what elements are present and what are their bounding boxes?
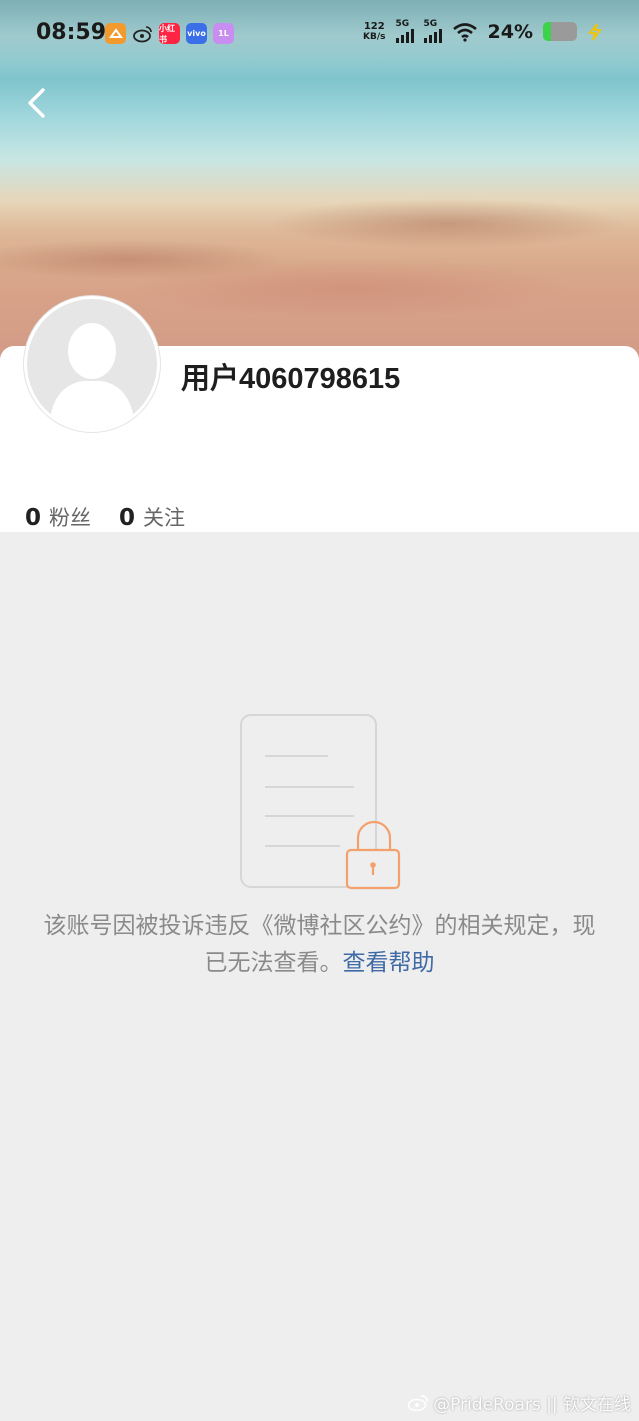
followers-count: 0 xyxy=(25,505,42,531)
following-count: 0 xyxy=(119,505,136,531)
battery-percent: 24% xyxy=(487,20,533,43)
signal-2-bars-icon xyxy=(423,29,442,43)
purple-app-icon-text: 1L xyxy=(218,29,229,38)
username: 用户4060798615 xyxy=(181,363,401,395)
view-help-link[interactable]: 查看帮助 xyxy=(343,950,435,976)
blocked-message-text: 该账号因被投诉违反《微博社区公约》的相关规定，现已无法查看。 xyxy=(43,913,596,976)
signal-1: 5G xyxy=(395,19,414,43)
notification-icons: 小红书 vivo 1L xyxy=(105,23,234,44)
avatar[interactable] xyxy=(24,296,160,432)
signal-1-label: 5G xyxy=(395,19,410,29)
vivo-icon-text: vivo xyxy=(187,29,206,38)
charging-icon xyxy=(588,22,602,41)
net-speed-value: 122 xyxy=(363,20,385,32)
back-button[interactable] xyxy=(20,84,60,124)
watermark: @PrideRoars || 钦文在线 xyxy=(407,1390,631,1415)
signal-2-label: 5G xyxy=(423,19,438,29)
status-bar: 08:59 小红书 vivo 1L 122 KB/s 5G 5G 24% xyxy=(0,0,639,68)
net-speed-unit: KB/s xyxy=(363,31,386,42)
orange-app-icon xyxy=(105,23,126,44)
net-speed: 122 KB/s xyxy=(363,21,385,43)
system-status: 122 KB/s 5G 5G 24% xyxy=(363,20,603,43)
following-stat[interactable]: 0 关注 xyxy=(119,502,185,532)
status-time: 08:59 xyxy=(36,20,107,45)
profile-stats: 0 粉丝 0 关注 xyxy=(25,502,185,532)
followers-label: 粉丝 xyxy=(49,506,92,530)
red-app-icon-text: 小红书 xyxy=(159,23,175,44)
followers-stat[interactable]: 0 粉丝 xyxy=(25,502,91,532)
purple-app-icon: 1L xyxy=(213,23,234,44)
following-label: 关注 xyxy=(143,506,186,530)
account-blocked-message: 该账号因被投诉违反《微博社区公约》的相关规定，现已无法查看。查看帮助 xyxy=(40,908,599,982)
locked-document-icon xyxy=(240,714,401,890)
signal-1-bars-icon xyxy=(395,29,414,43)
red-app-icon: 小红书 xyxy=(159,23,180,44)
wifi-icon xyxy=(452,22,477,42)
weibo-logo-icon xyxy=(407,1394,428,1411)
watermark-text: @PrideRoars || 钦文在线 xyxy=(433,1395,631,1415)
vivo-icon: vivo xyxy=(186,23,207,44)
weibo-icon xyxy=(132,23,153,44)
signal-2: 5G xyxy=(423,19,442,43)
battery-icon xyxy=(543,22,577,41)
default-avatar-icon xyxy=(27,299,157,429)
